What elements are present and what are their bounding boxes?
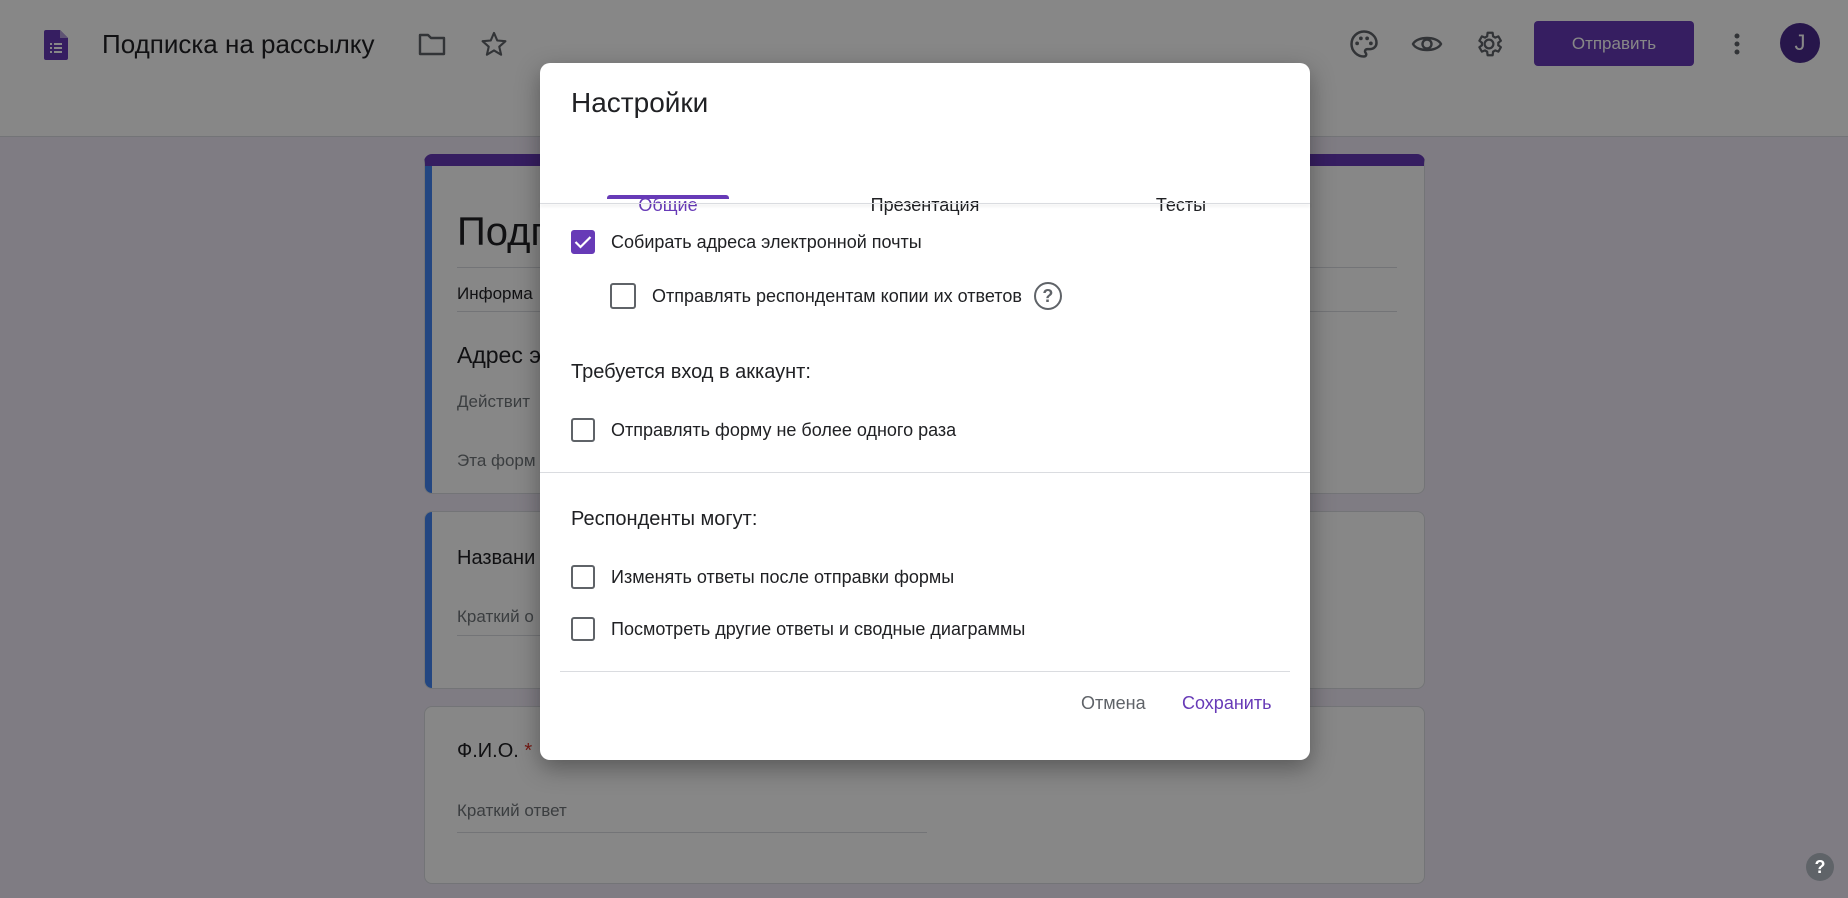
send-copies-label: Отправлять респондентам копии их ответов xyxy=(652,285,1022,306)
edit-after-label: Изменять ответы после отправки формы xyxy=(611,566,955,587)
collect-emails-label: Собирать адреса электронной почты xyxy=(611,231,922,252)
limit-one-label: Отправлять форму не более одного раза xyxy=(611,419,957,440)
respondents-section-heading: Респонденты могут: xyxy=(571,508,758,530)
limit-one-option[interactable]: Отправлять форму не более одного раза xyxy=(571,418,956,442)
settings-tabs: Общие Презентация Тесты xyxy=(540,63,1310,215)
tab-general[interactable]: Общие xyxy=(540,172,796,239)
send-copies-option[interactable]: Отправлять респондентам копии их ответов… xyxy=(610,282,1062,310)
tabs-divider xyxy=(540,203,1310,204)
section-divider xyxy=(540,472,1310,473)
tab-presentation[interactable]: Презентация xyxy=(797,172,1053,239)
edit-after-checkbox[interactable] xyxy=(571,565,595,589)
limit-one-checkbox[interactable] xyxy=(571,418,595,442)
cancel-button[interactable]: Отмена xyxy=(1081,693,1146,714)
save-button[interactable]: Сохранить xyxy=(1182,693,1271,714)
help-icon[interactable]: ? xyxy=(1806,853,1834,881)
see-summary-checkbox[interactable] xyxy=(571,617,595,641)
active-tab-indicator xyxy=(607,195,729,199)
tab-quizzes[interactable]: Тесты xyxy=(1053,172,1309,239)
collect-emails-option[interactable]: Собирать адреса электронной почты xyxy=(571,230,922,254)
see-summary-option[interactable]: Посмотреть другие ответы и сводные диагр… xyxy=(571,617,1025,641)
check-icon xyxy=(574,236,592,249)
settings-dialog: Настройки Общие Презентация Тесты Собира… xyxy=(540,63,1310,760)
footer-divider xyxy=(560,671,1290,672)
collect-emails-checkbox[interactable] xyxy=(571,230,595,254)
help-icon[interactable]: ? xyxy=(1033,282,1062,310)
edit-after-option[interactable]: Изменять ответы после отправки формы xyxy=(571,565,954,589)
signin-section-heading: Требуется вход в аккаунт: xyxy=(571,361,811,383)
send-copies-checkbox[interactable] xyxy=(610,283,636,309)
see-summary-label: Посмотреть другие ответы и сводные диагр… xyxy=(611,618,1026,639)
